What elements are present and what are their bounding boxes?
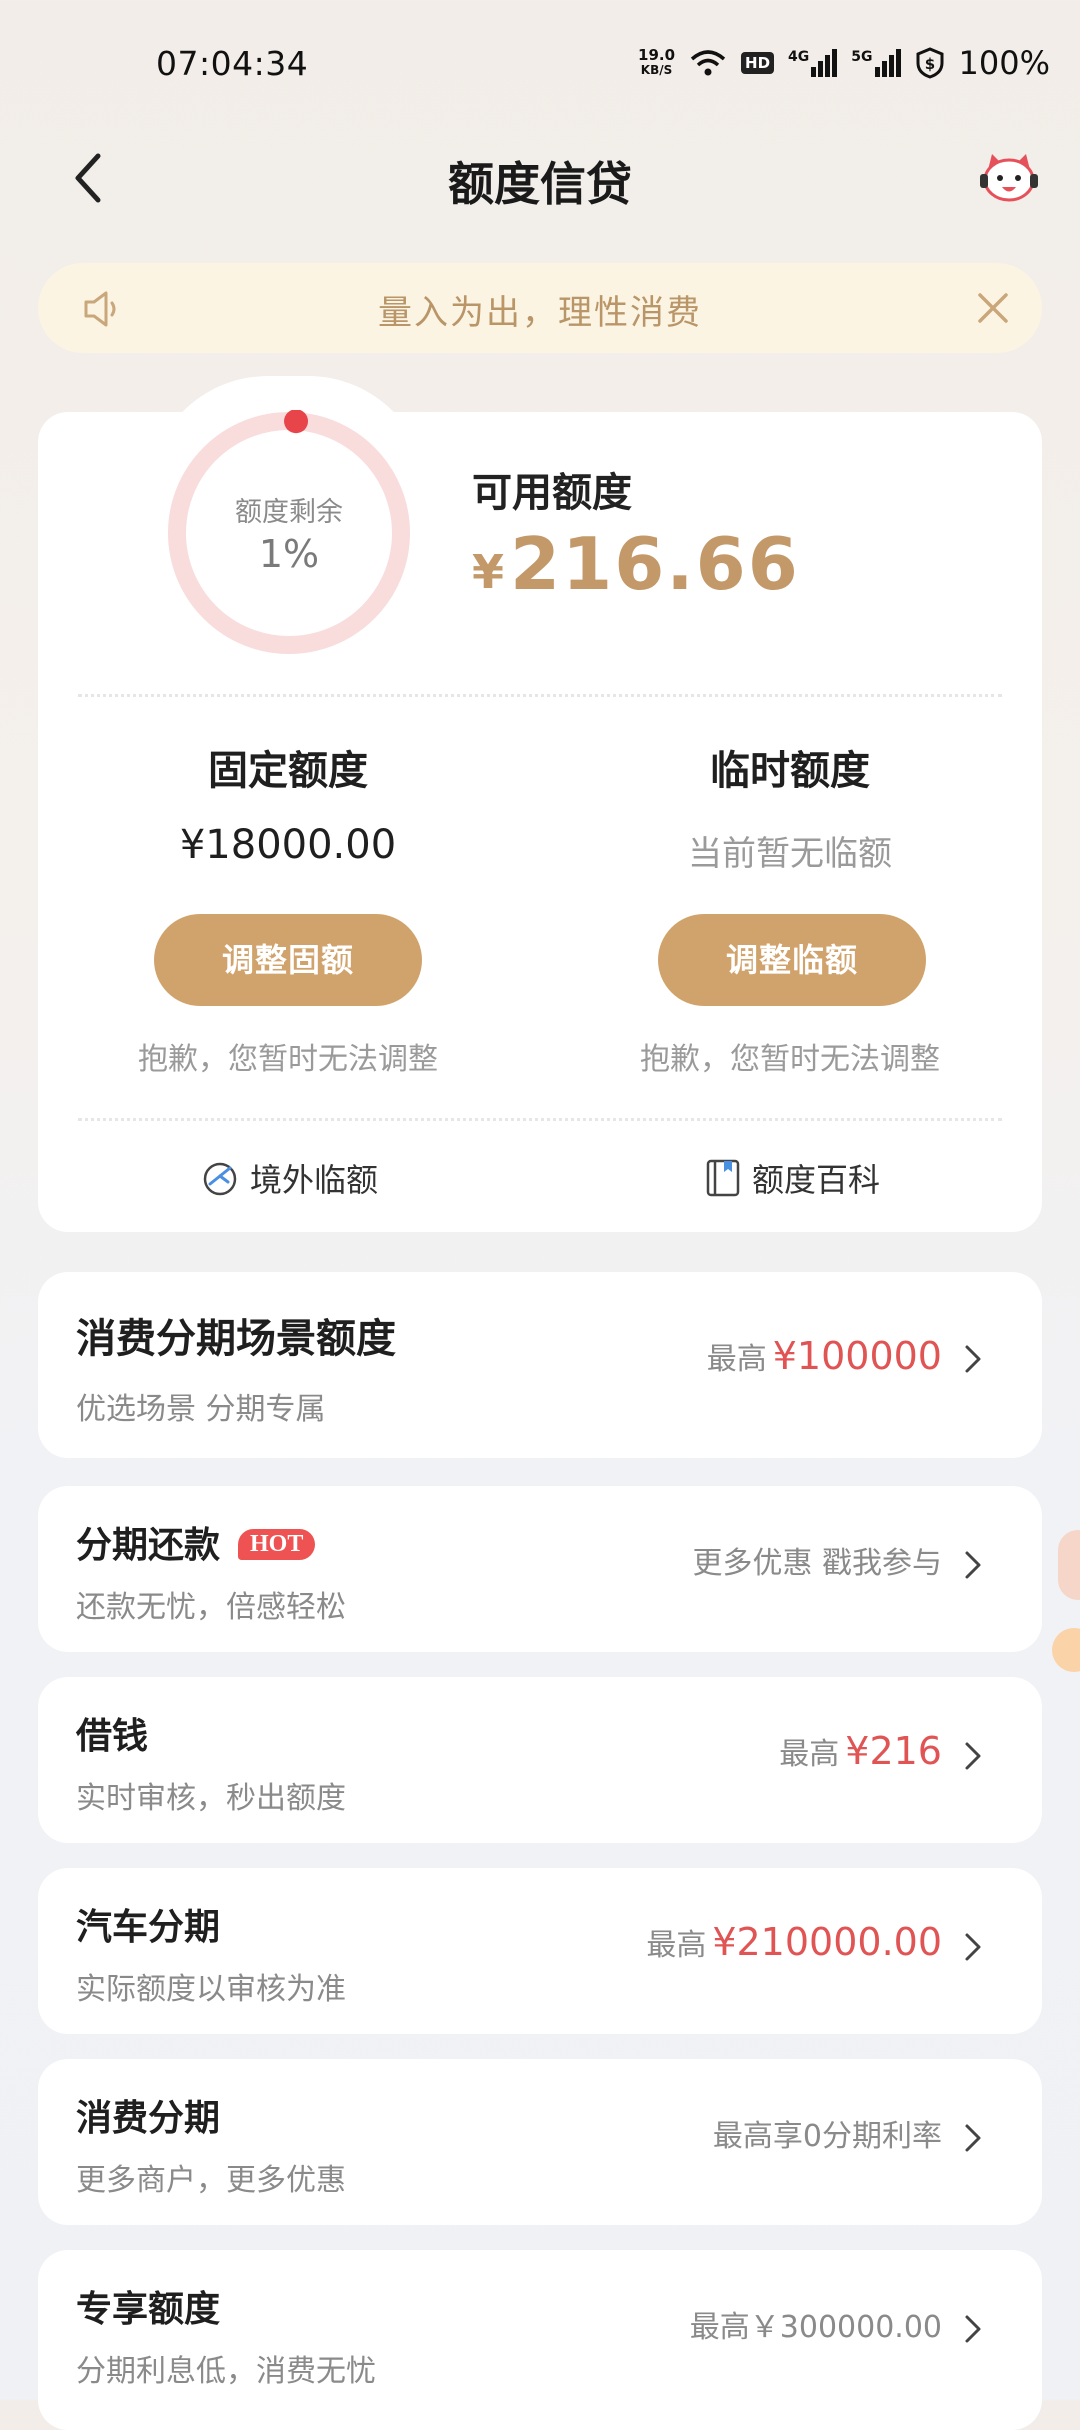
list-item-subtitle: 实际额度以审核为准 [76, 1972, 346, 2007]
list-item-title: 消费分期 [76, 2098, 221, 2139]
list-item-exclusive-quota[interactable]: 专享额度 分期利息低，消费无忧 最高￥300000.00 [38, 2250, 1042, 2430]
signal-5g-label: 5G [851, 49, 873, 65]
chevron-right-icon [965, 2315, 981, 2343]
available-currency-symbol: ¥ [472, 545, 505, 599]
net-speed: 19.0 KB/S [638, 48, 675, 78]
list-item-title: 借钱 [76, 1716, 149, 1757]
list-item-subtitle: 还款无忧，倍感轻松 [76, 1590, 346, 1625]
list-item-right-value: ¥210000.00 [712, 1920, 942, 1964]
list-item-right-value: ¥100000 [772, 1334, 942, 1378]
temporary-quota-value: 当前暂无临额 [688, 834, 892, 874]
list-item-subtitle: 实时审核，秒出额度 [76, 1781, 346, 1816]
signal-5g-icon: 5G [851, 49, 901, 77]
list-item-right-text: 更多优惠 戳我参与 [692, 1538, 942, 1582]
notice-text: 量入为出，理性消费 [378, 293, 702, 333]
quota-wiki-label: 额度百科 [752, 1161, 881, 1199]
available-quota-label: 可用额度 [472, 470, 632, 516]
book-icon [706, 1159, 740, 1197]
list-item-car-installment[interactable]: 汽车分期 实际额度以审核为准 最高 ¥210000.00 [38, 1868, 1042, 2034]
list-item-title: 汽车分期 [76, 1907, 221, 1948]
list-item-right-info: 最高 ¥210000.00 [646, 1920, 942, 1964]
list-item-title: 消费分期场景额度 [76, 1316, 396, 1362]
net-speed-value: 19.0 [638, 46, 676, 64]
floating-widget-decoration[interactable] [1052, 1628, 1080, 1672]
list-item-subtitle: 分期利息低，消费无忧 [76, 2354, 376, 2389]
notice-banner: 量入为出，理性消费 [38, 263, 1042, 353]
list-item-right-prefix: 最高 [779, 1737, 840, 1772]
ring-value: 1% [258, 532, 320, 576]
adjust-fixed-quota-button[interactable]: 调整固额 [154, 914, 422, 1006]
chevron-right-icon [965, 1551, 981, 1579]
list-item-right-text: 最高￥300000.00 [690, 2302, 942, 2346]
ring-progress-dot [284, 410, 309, 434]
list-item-right-prefix: 最高 [706, 1342, 767, 1377]
list-item-installment-scene-quota[interactable]: 消费分期场景额度 优选场景 分期专属 最高 ¥100000 [38, 1272, 1042, 1458]
status-icons: 19.0 KB/S HD 4G 5G $ 100% [638, 44, 1050, 82]
list-item-right-label: 最高￥300000.00 [689, 2310, 942, 2345]
ring-label: 额度剩余 [235, 497, 343, 528]
list-item-right-text: 最高享0分期利率 [713, 2111, 942, 2155]
hd-voice-icon: HD [741, 52, 775, 74]
overseas-temp-quota-label: 境外临额 [250, 1161, 379, 1199]
available-quota-value: 216.66 [510, 522, 800, 606]
quota-wiki-link[interactable]: 额度百科 [704, 1155, 880, 1201]
plane-globe-icon [203, 1162, 237, 1196]
list-item-right-value: ¥216 [845, 1729, 942, 1773]
signal-4g-label: 4G [788, 49, 810, 65]
list-item-installment-repayment[interactable]: 分期还款 HOT 还款无忧，倍感轻松 更多优惠 戳我参与 [38, 1486, 1042, 1652]
wifi-icon [690, 50, 726, 76]
list-item-right-info: 最高 ¥100000 [707, 1334, 942, 1378]
list-item-title: 分期还款 [76, 1525, 221, 1566]
net-speed-unit: KB/S [640, 63, 673, 77]
svg-text:$: $ [924, 55, 934, 73]
floating-widget-decoration[interactable] [1058, 1530, 1080, 1600]
list-item-consumer-installment[interactable]: 消费分期 更多商户，更多优惠 最高享0分期利率 [38, 2059, 1042, 2225]
adjust-temporary-quota-button[interactable]: 调整临额 [658, 914, 926, 1006]
payment-shield-icon: $ [916, 47, 944, 79]
chevron-right-icon [965, 1742, 981, 1770]
battery-level: 100% [958, 44, 1050, 82]
chevron-right-icon [965, 2124, 981, 2152]
list-item-subtitle: 更多商户，更多优惠 [76, 2163, 346, 2198]
list-item-right-label: 更多优惠 戳我参与 [692, 1546, 942, 1581]
list-item-title: 专享额度 [76, 2289, 221, 2330]
list-item-subtitle: 优选场景 分期专属 [76, 1392, 326, 1427]
chevron-right-icon [965, 1933, 981, 1961]
hot-badge: HOT [238, 1529, 316, 1560]
list-item-title-row: 分期还款 HOT [76, 1516, 316, 1568]
chevron-right-icon [965, 1345, 981, 1373]
dotted-divider [78, 1118, 1002, 1121]
dotted-divider [78, 694, 1002, 697]
fixed-quota-value: ¥18000.00 [179, 822, 397, 868]
signal-4g-icon: 4G [788, 49, 838, 77]
list-item-right-prefix: 最高 [646, 1928, 707, 1963]
status-time: 07:04:34 [156, 44, 309, 83]
fixed-quota-title: 固定额度 [208, 748, 368, 794]
temporary-quota-note: 抱歉，您暂时无法调整 [640, 1042, 940, 1077]
close-icon[interactable] [974, 289, 1012, 327]
overseas-temp-quota-link[interactable]: 境外临额 [200, 1155, 378, 1201]
page-title: 额度信贷 [448, 157, 632, 211]
temporary-quota-title: 临时额度 [710, 748, 870, 794]
list-item-right-label: 最高享0分期利率 [712, 2119, 942, 2154]
customer-service-mascot-icon[interactable] [978, 150, 1040, 206]
list-item-right-info: 最高 ¥216 [779, 1729, 942, 1773]
fixed-quota-note: 抱歉，您暂时无法调整 [138, 1042, 438, 1077]
list-item-borrow[interactable]: 借钱 实时审核，秒出额度 最高 ¥216 [38, 1677, 1042, 1843]
